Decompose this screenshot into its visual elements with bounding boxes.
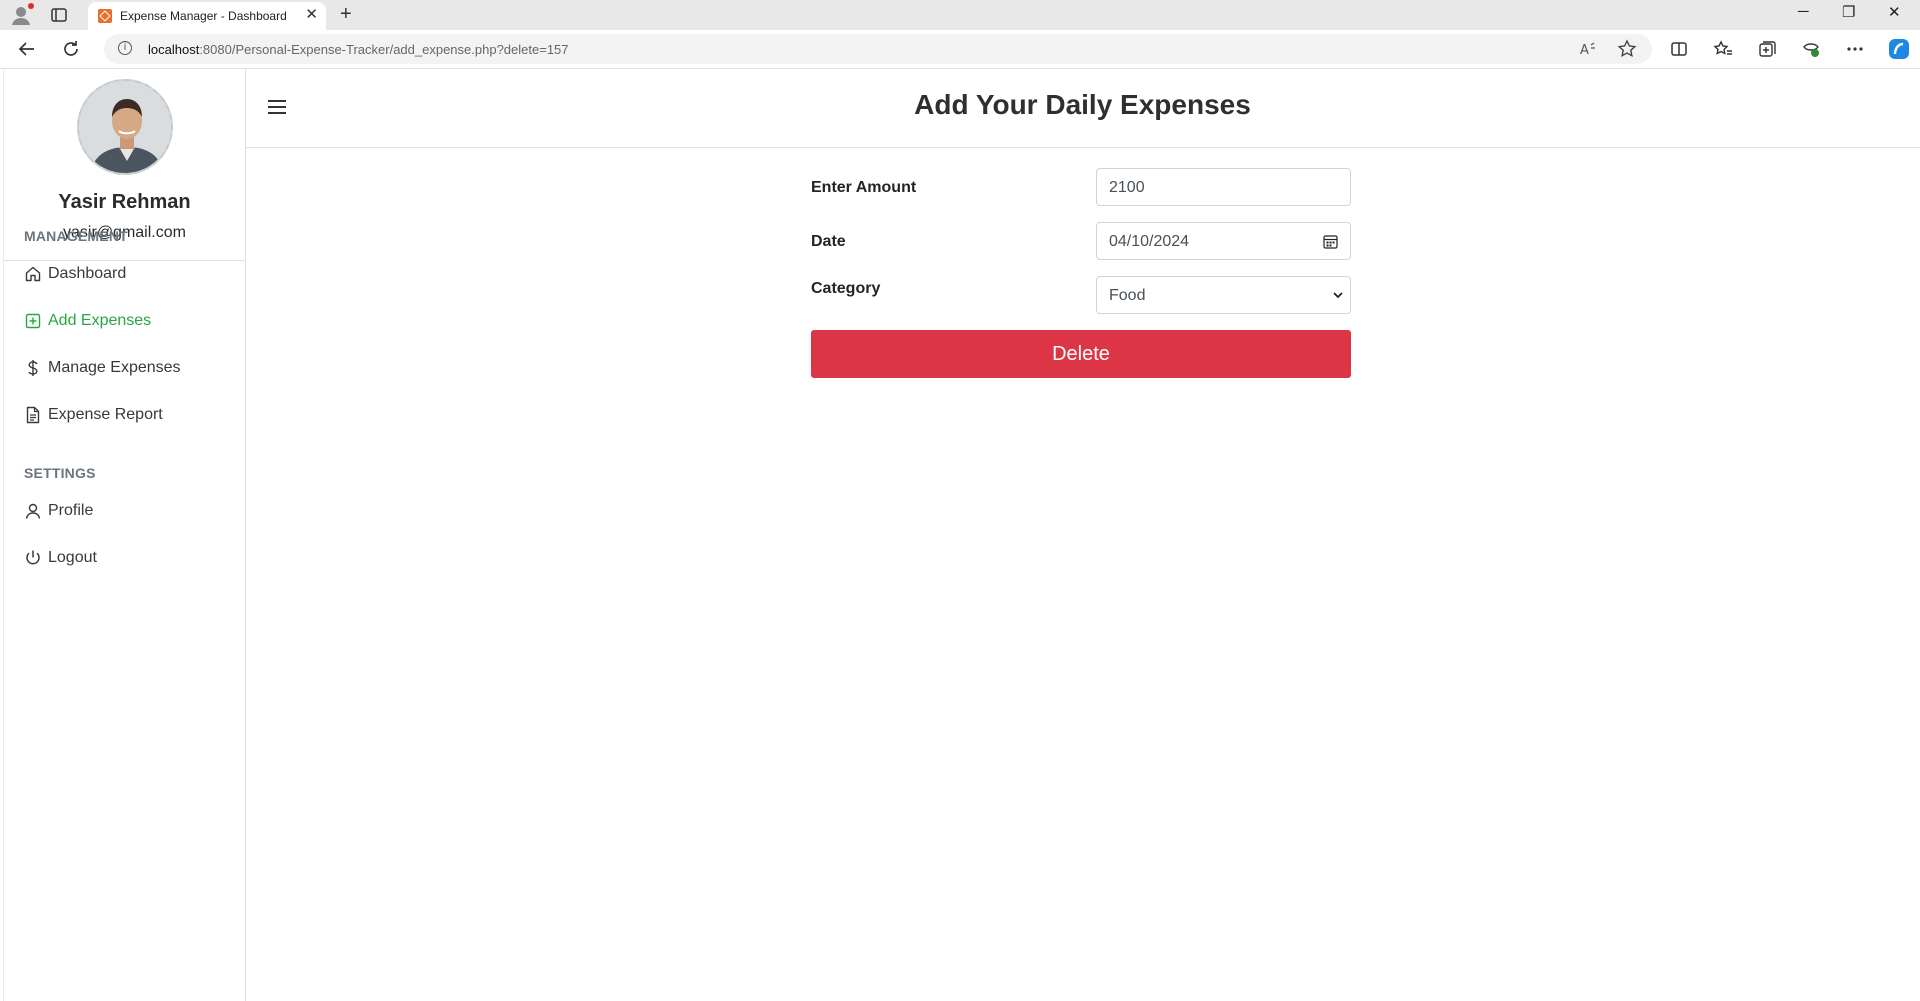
sidebar: Yasir Rehman yasir@gmail.com MANAGEMENT … (3, 69, 246, 1001)
section-heading-management: MANAGEMENT (24, 228, 128, 244)
split-screen-icon[interactable] (1669, 39, 1689, 59)
restore-button[interactable]: ❐ (1842, 3, 1855, 21)
sidebar-item-label: Logout (48, 549, 97, 566)
calendar-icon[interactable] (1323, 234, 1338, 249)
refresh-icon[interactable] (61, 39, 81, 59)
sidebar-item-label: Manage Expenses (48, 359, 181, 376)
back-arrow-icon[interactable] (17, 39, 37, 59)
read-aloud-icon[interactable]: A (1578, 39, 1598, 59)
more-options-icon[interactable] (1845, 39, 1865, 59)
url-field[interactable]: i localhost:8080/Personal-Expense-Tracke… (104, 34, 1652, 64)
sidebar-item-expense-report[interactable]: Expense Report (24, 403, 163, 427)
category-value: Food (1109, 287, 1146, 304)
page-title: Add Your Daily Expenses (914, 89, 1251, 120)
delete-button[interactable]: Delete (811, 330, 1351, 378)
chevron-down-icon (1333, 292, 1343, 299)
sidebar-item-label: Profile (48, 502, 94, 519)
plus-square-icon (25, 313, 41, 329)
new-tab-button[interactable]: + (340, 4, 352, 24)
url-text: localhost:8080/Personal-Expense-Tracker/… (148, 42, 569, 57)
date-field[interactable]: 04/10/2024 (1096, 222, 1351, 260)
sidebar-divider (4, 260, 245, 261)
user-icon (25, 503, 41, 519)
notification-dot (28, 3, 34, 9)
sidebar-item-dashboard[interactable]: Dashboard (24, 262, 126, 286)
favorites-icon[interactable] (1713, 39, 1733, 59)
extensions-icon[interactable] (1801, 39, 1821, 59)
sidebar-item-label: Expense Report (48, 406, 163, 423)
home-icon (25, 266, 41, 282)
power-icon (26, 550, 40, 565)
page: Yasir Rehman yasir@gmail.com MANAGEMENT … (0, 69, 1920, 1001)
favorite-star-icon[interactable] (1617, 39, 1637, 59)
user-photo (79, 81, 171, 173)
amount-field[interactable]: 2100 (1096, 168, 1351, 206)
sidebar-item-profile[interactable]: Profile (24, 499, 93, 523)
close-window-button[interactable]: ✕ (1888, 3, 1901, 21)
avatar (77, 79, 173, 175)
dollar-icon (28, 360, 38, 376)
tab-close-icon[interactable]: ✕ (305, 7, 318, 23)
category-label: Category (811, 280, 881, 297)
document-icon (26, 406, 40, 424)
date-label: Date (811, 233, 846, 250)
amount-label: Enter Amount (811, 179, 917, 196)
amount-value: 2100 (1109, 179, 1145, 196)
category-select[interactable]: Food (1096, 276, 1351, 314)
address-bar: i localhost:8080/Personal-Expense-Tracke… (0, 30, 1920, 69)
sidebar-item-logout[interactable]: Logout (24, 546, 97, 570)
date-value: 04/10/2024 (1109, 233, 1190, 250)
minimize-button[interactable]: ─ (1798, 3, 1809, 20)
sidebar-item-label: Dashboard (48, 265, 127, 282)
sidebar-item-add-expenses[interactable]: Add Expenses (24, 309, 151, 333)
sidebar-item-label: Add Expenses (48, 312, 152, 329)
tab-title: Expense Manager - Dashboard (120, 9, 287, 23)
browser-tab[interactable]: Expense Manager - Dashboard ✕ (88, 2, 326, 30)
browser-tab-bar: Expense Manager - Dashboard ✕ + ─ ❐ ✕ (0, 0, 1920, 30)
collections-icon[interactable] (1757, 39, 1777, 59)
tab-actions-icon[interactable] (50, 6, 68, 24)
copilot-icon[interactable] (1887, 37, 1911, 61)
user-name: Yasir Rehman (58, 191, 191, 213)
xampp-favicon-icon (98, 9, 112, 23)
svg-text:A: A (1580, 43, 1589, 58)
section-heading-settings: SETTINGS (24, 465, 96, 481)
top-header: Add Your Daily Expenses (245, 69, 1920, 148)
sidebar-item-manage-expenses[interactable]: Manage Expenses (24, 356, 181, 380)
site-info-icon[interactable]: i (118, 41, 132, 55)
